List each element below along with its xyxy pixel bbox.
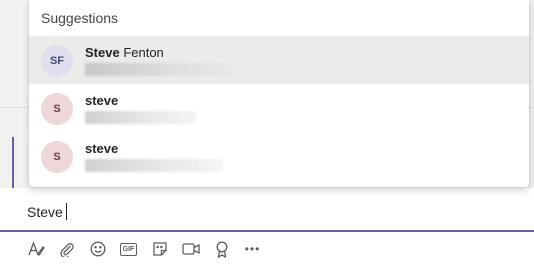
redacted-email xyxy=(85,63,231,76)
suggestion-name: Steve Fenton xyxy=(85,45,164,60)
suggestion-item[interactable]: S steve xyxy=(29,132,529,180)
avatar: S xyxy=(41,93,73,125)
attach-icon[interactable] xyxy=(51,238,82,260)
message-accent-bar xyxy=(12,137,14,189)
text-caret xyxy=(65,203,67,220)
suggestion-name-match: steve xyxy=(85,93,119,108)
teams-chat-window: Steve GIF ••• Suggestions SF Steve Fento… xyxy=(0,0,534,266)
suggestion-name: steve xyxy=(85,141,118,156)
suggestion-item[interactable]: S steve xyxy=(29,84,529,132)
suggestions-popup: Suggestions SF Steve Fenton S steve S st… xyxy=(29,0,529,187)
more-options-label: ••• xyxy=(244,242,261,256)
praise-icon[interactable] xyxy=(206,238,237,260)
suggestion-item[interactable]: SF Steve Fenton xyxy=(29,36,529,84)
suggestion-name-rest: Fenton xyxy=(119,45,164,60)
more-options-icon[interactable]: ••• xyxy=(237,238,268,260)
background-divider xyxy=(0,107,30,108)
compose-toolbar: GIF ••• xyxy=(20,238,268,260)
avatar: SF xyxy=(41,45,73,77)
emoji-icon[interactable] xyxy=(82,238,113,260)
suggestions-header: Suggestions xyxy=(41,10,119,26)
redacted-email xyxy=(85,111,196,124)
suggestion-name-match: Steve xyxy=(85,45,120,60)
compose-box: Steve GIF ••• xyxy=(0,188,534,266)
gif-icon[interactable]: GIF xyxy=(113,238,144,260)
meet-now-icon[interactable] xyxy=(175,238,206,260)
message-input-value: Steve xyxy=(27,204,63,220)
gif-icon-label: GIF xyxy=(119,242,138,256)
avatar: S xyxy=(41,141,73,173)
suggestion-name-match: steve xyxy=(85,141,119,156)
format-icon[interactable] xyxy=(20,238,51,260)
message-input[interactable]: Steve xyxy=(0,188,534,232)
suggestion-name: steve xyxy=(85,93,118,108)
redacted-email xyxy=(85,159,223,172)
sticker-icon[interactable] xyxy=(144,238,175,260)
